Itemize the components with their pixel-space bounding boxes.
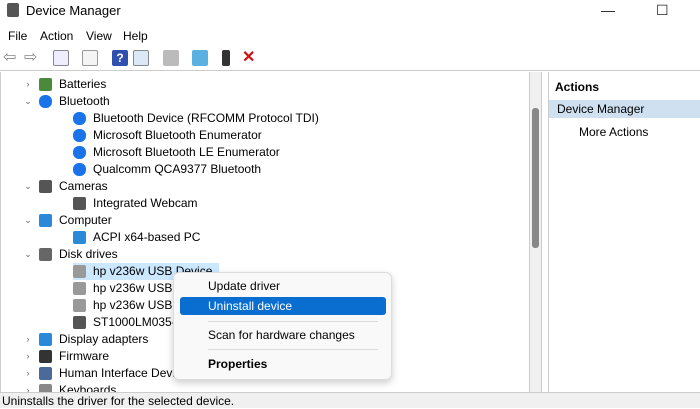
help-icon[interactable]: ?	[112, 50, 128, 66]
menu-update-driver[interactable]: Update driver	[180, 277, 386, 295]
disk-icon	[73, 265, 86, 278]
disk-icon	[39, 248, 52, 261]
tree-item-label: Bluetooth Device (RFCOMM Protocol TDI)	[93, 111, 319, 125]
menu-properties[interactable]: Properties	[180, 355, 386, 373]
bluetooth-icon	[73, 129, 86, 142]
tree-item-label: Display adapters	[59, 332, 149, 346]
update-driver-icon[interactable]	[163, 50, 179, 66]
expand-chevron-icon[interactable]: ›	[23, 76, 33, 93]
console-tree-icon[interactable]	[53, 50, 69, 66]
camera-icon	[39, 180, 52, 193]
bluetooth-icon	[73, 146, 86, 159]
monitor-icon	[73, 231, 86, 244]
bluetooth-icon	[73, 163, 86, 176]
properties-icon[interactable]	[82, 50, 98, 66]
tree-item-label: Batteries	[59, 77, 107, 91]
tree-item-label: Bluetooth	[59, 94, 110, 108]
tree-item-label: Computer	[59, 213, 112, 227]
expand-chevron-icon[interactable]: ⌄	[23, 246, 33, 263]
menu-view[interactable]: View	[86, 29, 112, 43]
uninstall-device-icon[interactable]: ✕	[242, 50, 258, 66]
device-manager-icon	[7, 3, 19, 17]
tree-item-label: Disk drives	[59, 247, 118, 261]
firmware-icon	[39, 350, 52, 363]
window-title: Device Manager	[26, 3, 121, 18]
tree-item-label: Microsoft Bluetooth LE Enumerator	[93, 145, 280, 159]
expand-chevron-icon[interactable]: ›	[23, 331, 33, 348]
scan-hardware-icon[interactable]	[192, 50, 208, 66]
menu-bar: File Action View Help	[0, 26, 700, 46]
keyboard-icon	[39, 384, 52, 392]
menu-separator	[208, 321, 378, 322]
context-menu: Update driver Uninstall device Scan for …	[173, 272, 392, 380]
title-bar: Device Manager — ☐	[0, 0, 700, 24]
monitor-icon	[39, 214, 52, 227]
expand-chevron-icon[interactable]: ⌄	[23, 212, 33, 229]
bluetooth-icon	[73, 112, 86, 125]
minimize-button[interactable]: —	[601, 2, 615, 18]
scrollbar-thumb[interactable]	[532, 108, 539, 248]
tree-item-label: Microsoft Bluetooth Enumerator	[93, 128, 262, 142]
action-pane-icon[interactable]	[133, 50, 149, 66]
more-actions-link[interactable]: More Actions	[579, 125, 648, 139]
vertical-scrollbar[interactable]	[530, 72, 542, 392]
battery-icon	[39, 78, 52, 91]
tree-item-label: Keyboards	[59, 383, 117, 392]
expand-chevron-icon[interactable]: ›	[23, 365, 33, 382]
forward-icon[interactable]: ⇨	[24, 50, 40, 66]
status-bar: Uninstalls the driver for the selected d…	[0, 392, 700, 408]
expand-chevron-icon[interactable]: ›	[23, 348, 33, 365]
tree-item-label: Firmware	[59, 349, 109, 363]
expand-chevron-icon[interactable]: ›	[23, 382, 33, 392]
back-icon[interactable]: ⇦	[3, 50, 19, 66]
bluetooth-icon	[39, 95, 52, 108]
menu-action[interactable]: Action	[40, 29, 73, 43]
expand-chevron-icon[interactable]: ⌄	[23, 93, 33, 110]
maximize-button[interactable]: ☐	[656, 2, 669, 19]
disk-icon	[73, 299, 86, 312]
menu-file[interactable]: File	[8, 29, 27, 43]
menu-uninstall-device[interactable]: Uninstall device	[180, 297, 386, 315]
toolbar: ⇦ ⇨ ? ✕	[0, 46, 700, 71]
menu-separator	[208, 349, 378, 350]
hid-icon	[39, 367, 52, 380]
tree-item-label: Cameras	[59, 179, 108, 193]
camera-icon	[73, 197, 86, 210]
actions-header: Actions	[555, 80, 600, 94]
menu-help[interactable]: Help	[123, 29, 148, 43]
menu-scan-hardware[interactable]: Scan for hardware changes	[180, 326, 386, 344]
actions-device-manager[interactable]: Device Manager	[549, 100, 700, 118]
display-adapter-icon	[39, 333, 52, 346]
tree-item-label: ACPI x64-based PC	[93, 230, 201, 244]
expand-chevron-icon[interactable]: ⌄	[23, 178, 33, 195]
disk-icon	[73, 316, 86, 329]
tree-item-label: Integrated Webcam	[93, 196, 198, 210]
enable-device-icon[interactable]	[222, 50, 230, 66]
tree-item-label: Qualcomm QCA9377 Bluetooth	[93, 162, 262, 176]
actions-pane: Actions Device Manager More Actions	[548, 72, 700, 392]
disk-icon	[73, 282, 86, 295]
